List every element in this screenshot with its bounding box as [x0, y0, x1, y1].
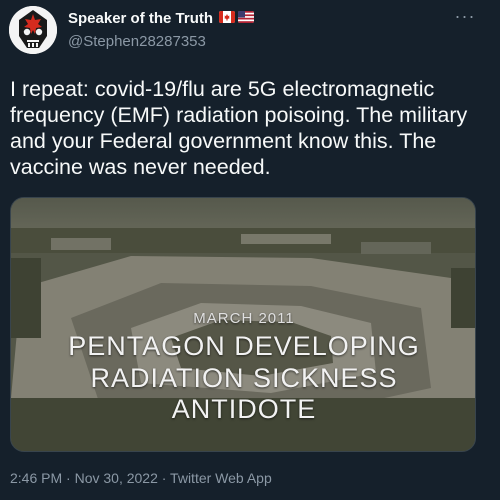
- tweet: Speaker of the Truth @Stephen28287353 ··…: [0, 0, 500, 500]
- display-name[interactable]: Speaker of the Truth: [68, 10, 213, 27]
- user-handle[interactable]: @Stephen28287353: [68, 33, 206, 50]
- media-caption-line: PENTAGON DEVELOPING: [68, 331, 420, 361]
- flag-emojis: [219, 11, 254, 23]
- us-flag-icon: [238, 11, 254, 23]
- tweet-timestamp[interactable]: 2:46 PM · Nov 30, 2022 · Twitter Web App: [10, 470, 272, 486]
- more-icon[interactable]: ···: [453, 7, 477, 28]
- media-caption-date: MARCH 2011: [193, 310, 295, 327]
- avatar[interactable]: [9, 6, 57, 54]
- tweet-text: I repeat: covid-19/flu are 5G electromag…: [10, 77, 468, 179]
- canada-flag-icon: [219, 11, 235, 23]
- media-caption-line: RADIATION SICKNESS: [90, 363, 398, 393]
- media-caption-line: ANTIDOTE: [171, 394, 317, 424]
- tweet-media[interactable]: MARCH 2011 PENTAGON DEVELOPING RADIATION…: [10, 197, 476, 452]
- punisher-skull-canada-icon: [9, 6, 57, 54]
